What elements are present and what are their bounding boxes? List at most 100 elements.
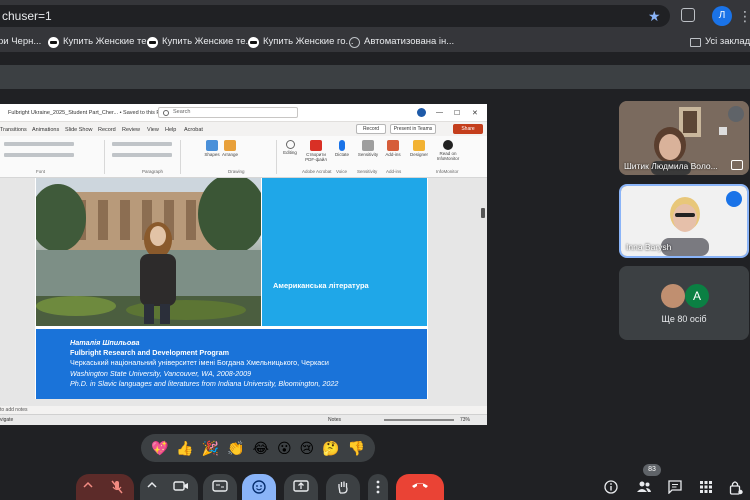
camera-toggle-button[interactable]: [164, 474, 198, 500]
camera-options-button[interactable]: [140, 474, 164, 500]
browser-toolbar: chuser=1 ★ Л ⋮: [0, 0, 750, 32]
meeting-info-icon[interactable]: [604, 480, 618, 494]
chat-icon[interactable]: [668, 480, 682, 494]
browser-menu-icon[interactable]: ⋮: [738, 6, 750, 26]
reaction-heart[interactable]: 💖: [151, 434, 168, 462]
bookmark-item[interactable]: Автоматизована ін...: [349, 35, 454, 49]
record-button[interactable]: Record: [356, 124, 386, 134]
ppt-filename: Fulbright Ukraine_2025_Student Part_Cher…: [8, 110, 165, 116]
mic-off-icon: [111, 480, 123, 494]
tab-view[interactable]: View: [147, 127, 159, 133]
folder-icon: [690, 37, 701, 47]
bookmark-item[interactable]: Купить Женские те...: [147, 35, 253, 49]
paragraph-align-controls[interactable]: [112, 153, 172, 157]
extensions-icon[interactable]: [681, 8, 695, 22]
ppt-user-avatar[interactable]: [417, 108, 426, 117]
scroll-thumb[interactable]: [481, 208, 485, 218]
zoom-level[interactable]: 73%: [460, 417, 470, 423]
designer-button[interactable]: Designer: [408, 140, 430, 157]
editing-button[interactable]: Editing: [280, 140, 300, 155]
pin-icon[interactable]: [731, 160, 743, 170]
more-participants-tile[interactable]: A Ще 80 осіб: [619, 266, 749, 340]
ppt-titlebar: Fulbright Ukraine_2025_Student Part_Cher…: [0, 104, 487, 122]
tab-review[interactable]: Review: [122, 127, 140, 133]
group-infomonitor-label: InfoMonitor: [436, 169, 459, 174]
host-controls-icon[interactable]: [729, 480, 743, 495]
dictate-label: Dictate: [334, 152, 349, 157]
shapes-icon: [206, 140, 218, 151]
tab-animations[interactable]: Animations: [32, 127, 59, 133]
bookmark-label: Автоматизована ін...: [364, 36, 455, 47]
tab-help[interactable]: Help: [165, 127, 176, 133]
reactions-bar: 💖 👍 🎉 👏 😂 😮 😢 🤔 👎: [141, 434, 375, 462]
reaction-thumbs-down[interactable]: 👎: [348, 434, 365, 462]
meet-top-strip: [0, 65, 750, 89]
tab-slide-show[interactable]: Slide Show: [65, 127, 93, 133]
activities-icon[interactable]: [699, 480, 713, 494]
slide[interactable]: Американська література Наталія Шпильова…: [35, 178, 428, 399]
people-icon[interactable]: [636, 480, 652, 494]
site-favicon-icon: [48, 36, 59, 48]
arrange-button[interactable]: Arrange: [220, 140, 240, 157]
participant-tile[interactable]: Шитик Людмила Воло...: [619, 101, 749, 175]
read-infomonitor-button[interactable]: Read on InfoMonitor: [434, 140, 462, 161]
notes-placeholder: to add notes: [0, 407, 28, 413]
slide-scrollbar[interactable]: [481, 180, 485, 400]
ppt-search-box[interactable]: Search: [158, 107, 298, 118]
more-vert-icon: [376, 480, 380, 494]
reactions-button[interactable]: [242, 474, 276, 500]
addins-button[interactable]: Add-ins: [383, 140, 403, 157]
reaction-clap[interactable]: 👏: [227, 434, 244, 462]
reaction-sad[interactable]: 😢: [300, 434, 315, 462]
minimize-icon[interactable]: —: [436, 109, 443, 116]
tab-acrobat[interactable]: Acrobat: [184, 127, 203, 133]
group-addins-label: Add-ins: [386, 169, 402, 174]
paragraph-controls[interactable]: [112, 142, 172, 146]
mic-options-button[interactable]: [76, 474, 100, 500]
tab-record[interactable]: Record: [98, 127, 116, 133]
font-format-controls[interactable]: [4, 153, 74, 157]
bookmark-item[interactable]: Купить Женские те...: [48, 35, 154, 49]
more-options-button[interactable]: [368, 474, 388, 500]
bookmark-item[interactable]: ри Черн...: [0, 35, 41, 49]
notes-pane[interactable]: to add notes: [0, 406, 487, 414]
profile-avatar[interactable]: Л: [712, 6, 732, 26]
reaction-laugh[interactable]: 😂: [253, 434, 269, 462]
font-controls[interactable]: [4, 142, 74, 146]
emoji-icon: [252, 480, 266, 494]
reaction-thinking[interactable]: 🤔: [322, 434, 339, 462]
notes-toggle[interactable]: Notes: [328, 417, 341, 423]
arrange-label: Arrange: [221, 152, 238, 157]
bookmarks-bar: ри Черн... Купить Женские те... Купить Ж…: [0, 32, 750, 52]
site-favicon-icon: [248, 36, 259, 48]
participant-tile-active[interactable]: Inna Barysh: [619, 184, 749, 258]
share-button[interactable]: Share: [453, 124, 483, 134]
address-bar[interactable]: chuser=1: [0, 5, 670, 27]
present-in-teams-button[interactable]: Present in Teams: [390, 124, 436, 134]
shapes-button[interactable]: Shapes: [202, 140, 222, 157]
arrange-icon: [224, 140, 236, 151]
tab-transitions[interactable]: Transitions: [0, 127, 27, 133]
create-pdf-button[interactable]: Створити PDF-файл: [302, 140, 330, 162]
reaction-party[interactable]: 🎉: [202, 434, 219, 462]
group-font-label: Font: [36, 169, 46, 174]
captions-button[interactable]: [203, 474, 237, 500]
ribbon-divider: [104, 140, 105, 174]
bookmark-item[interactable]: Купить Женские го...: [248, 35, 353, 49]
maximize-icon[interactable]: ☐: [454, 109, 460, 117]
all-bookmarks[interactable]: Усі закладки: [690, 35, 750, 49]
participant-avatar: [661, 284, 685, 308]
slide-panel-title: Американська література: [273, 281, 369, 290]
raise-hand-button[interactable]: [326, 474, 360, 500]
dictate-button[interactable]: Dictate: [332, 140, 352, 157]
bookmark-star-icon[interactable]: ★: [648, 8, 661, 25]
leave-call-button[interactable]: [396, 474, 444, 500]
present-screen-button[interactable]: [284, 474, 318, 500]
participant-count-badge: 83: [643, 464, 661, 476]
microphone-toggle-button[interactable]: [100, 474, 134, 500]
reaction-surprised[interactable]: 😮: [277, 434, 292, 462]
zoom-slider[interactable]: [384, 419, 454, 421]
close-icon[interactable]: ✕: [472, 109, 478, 117]
reaction-thumbs-up[interactable]: 👍: [176, 434, 193, 462]
sensitivity-button[interactable]: Sensitivity: [356, 140, 380, 157]
